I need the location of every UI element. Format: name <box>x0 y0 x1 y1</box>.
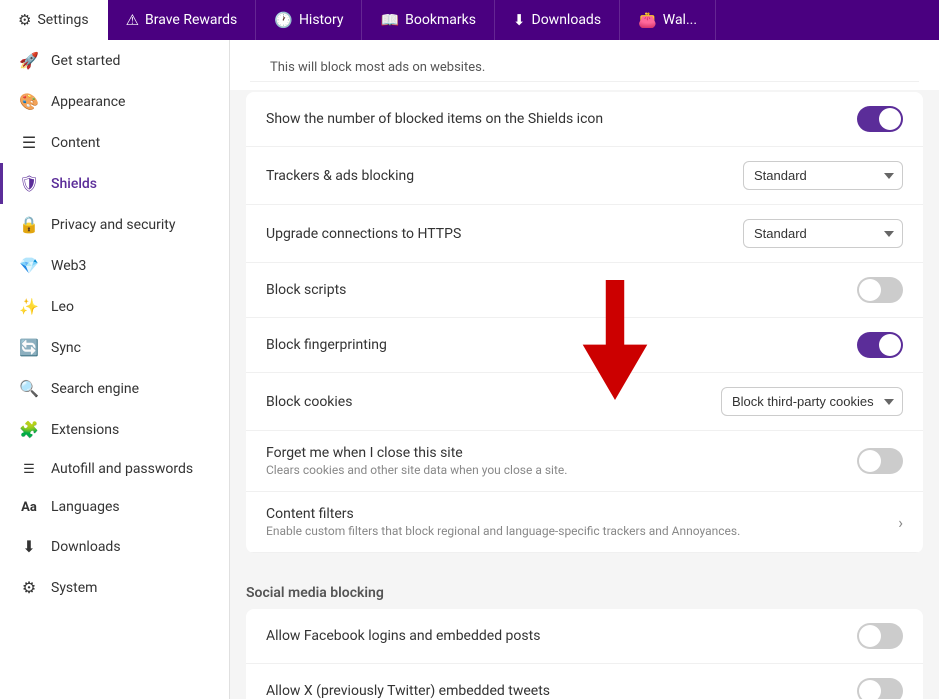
block-cookies-label: Block cookies <box>266 394 721 410</box>
sidebar-item-shields[interactable]: 🛡 Shields <box>0 163 229 204</box>
sidebar-item-languages[interactable]: Aa Languages <box>0 488 229 526</box>
content-icon: ☰ <box>19 133 39 152</box>
extensions-icon: 🧩 <box>19 420 39 439</box>
chevron-right-icon: › <box>898 513 903 532</box>
sidebar-item-system[interactable]: ⚙ System <box>0 567 229 608</box>
web3-icon: 💎 <box>19 256 39 275</box>
setting-block-fingerprinting: Block fingerprinting <box>246 318 923 373</box>
trackers-ads-select[interactable]: Standard Aggressive Disabled <box>743 161 903 190</box>
content-filters-group: Content filters Enable custom filters th… <box>266 506 898 538</box>
sync-icon: 🔄 <box>19 338 39 357</box>
block-cookies-select[interactable]: Block third-party cookies Block all cook… <box>721 387 903 416</box>
settings-icon: ⚙ <box>18 11 31 29</box>
setting-forget-me: Forget me when I close this site Clears … <box>246 431 923 492</box>
autofill-icon: ☰ <box>19 462 39 477</box>
language-icon: Aa <box>19 500 39 515</box>
twitter-toggle[interactable] <box>857 678 903 699</box>
block-scripts-label: Block scripts <box>266 282 857 298</box>
setting-block-cookies: Block cookies Block third-party cookies … <box>246 373 923 431</box>
sidebar-item-autofill[interactable]: ☰ Autofill and passwords <box>0 450 229 488</box>
sidebar: 🚀 Get started 🎨 Appearance ☰ Content 🛡 S… <box>0 40 230 699</box>
block-fingerprinting-label: Block fingerprinting <box>266 337 857 353</box>
forget-me-label: Forget me when I close this site <box>266 445 857 461</box>
sidebar-item-get-started[interactable]: 🚀 Get started <box>0 40 229 81</box>
sidebar-item-search-engine[interactable]: 🔍 Search engine <box>0 368 229 409</box>
wallet-icon: 👛 <box>638 11 657 29</box>
upgrade-https-select[interactable]: Standard Strict Disabled <box>743 219 903 248</box>
social-media-section: Allow Facebook logins and embedded posts… <box>246 609 923 699</box>
brave-rewards-icon: ⚠ <box>126 11 139 29</box>
setting-facebook: Allow Facebook logins and embedded posts <box>246 609 923 664</box>
sidebar-item-sync[interactable]: 🔄 Sync <box>0 327 229 368</box>
sidebar-item-content[interactable]: ☰ Content <box>0 122 229 163</box>
tab-settings[interactable]: ⚙ Settings <box>0 0 108 40</box>
shield-icon: 🛡 <box>19 174 39 193</box>
tab-wallet[interactable]: 👛 Wal... <box>620 0 716 40</box>
tab-bookmarks[interactable]: 📖 Bookmarks <box>362 0 494 40</box>
setting-show-blocked-count: Show the number of blocked items on the … <box>246 92 923 147</box>
sidebar-item-leo[interactable]: ✨ Leo <box>0 286 229 327</box>
block-fingerprinting-toggle[interactable] <box>857 332 903 358</box>
palette-icon: 🎨 <box>19 92 39 111</box>
setting-upgrade-https: Upgrade connections to HTTPS Standard St… <box>246 205 923 263</box>
sidebar-item-extensions[interactable]: 🧩 Extensions <box>0 409 229 450</box>
setting-trackers-ads: Trackers & ads blocking Standard Aggress… <box>246 147 923 205</box>
show-blocked-label: Show the number of blocked items on the … <box>266 111 857 127</box>
tab-bar: ⚙ Settings ⚠ Brave Rewards 🕐 History 📖 B… <box>0 0 939 40</box>
twitter-label: Allow X (previously Twitter) embedded tw… <box>266 683 857 699</box>
bookmarks-icon: 📖 <box>380 11 399 29</box>
forget-me-group: Forget me when I close this site Clears … <box>266 445 857 477</box>
sidebar-item-privacy-security[interactable]: 🔒 Privacy and security <box>0 204 229 245</box>
setting-block-scripts: Block scripts <box>246 263 923 318</box>
facebook-toggle[interactable] <box>857 623 903 649</box>
downloads-icon: ⬇ <box>513 11 526 29</box>
social-media-heading: Social media blocking <box>230 569 939 609</box>
rocket-icon: 🚀 <box>19 51 39 70</box>
history-icon: 🕐 <box>274 11 293 29</box>
block-scripts-toggle[interactable] <box>857 277 903 303</box>
upgrade-https-label: Upgrade connections to HTTPS <box>266 226 743 242</box>
tab-downloads[interactable]: ⬇ Downloads <box>495 0 620 40</box>
sidebar-item-appearance[interactable]: 🎨 Appearance <box>0 81 229 122</box>
settings-section: Show the number of blocked items on the … <box>246 92 923 553</box>
show-blocked-toggle[interactable] <box>857 106 903 132</box>
main-layout: 🚀 Get started 🎨 Appearance ☰ Content 🛡 S… <box>0 40 939 699</box>
search-icon: 🔍 <box>19 379 39 398</box>
sidebar-item-downloads[interactable]: ⬇ Downloads <box>0 526 229 567</box>
system-icon: ⚙ <box>19 578 39 597</box>
leo-icon: ✨ <box>19 297 39 316</box>
setting-content-filters[interactable]: Content filters Enable custom filters th… <box>246 492 923 553</box>
sidebar-item-web3[interactable]: 💎 Web3 <box>0 245 229 286</box>
lock-icon: 🔒 <box>19 215 39 234</box>
content-area: This will block most ads on websites. Sh… <box>230 40 939 699</box>
top-note: This will block most ads on websites. <box>250 50 919 82</box>
content-filters-sublabel: Enable custom filters that block regiona… <box>266 524 898 538</box>
tab-brave-rewards[interactable]: ⚠ Brave Rewards <box>108 0 257 40</box>
content-filters-label: Content filters <box>266 506 898 522</box>
trackers-ads-label: Trackers & ads blocking <box>266 168 743 184</box>
download-icon: ⬇ <box>19 537 39 556</box>
setting-twitter: Allow X (previously Twitter) embedded tw… <box>246 664 923 699</box>
forget-me-sublabel: Clears cookies and other site data when … <box>266 463 857 477</box>
facebook-label: Allow Facebook logins and embedded posts <box>266 628 857 644</box>
tab-history[interactable]: 🕐 History <box>256 0 362 40</box>
forget-me-toggle[interactable] <box>857 448 903 474</box>
